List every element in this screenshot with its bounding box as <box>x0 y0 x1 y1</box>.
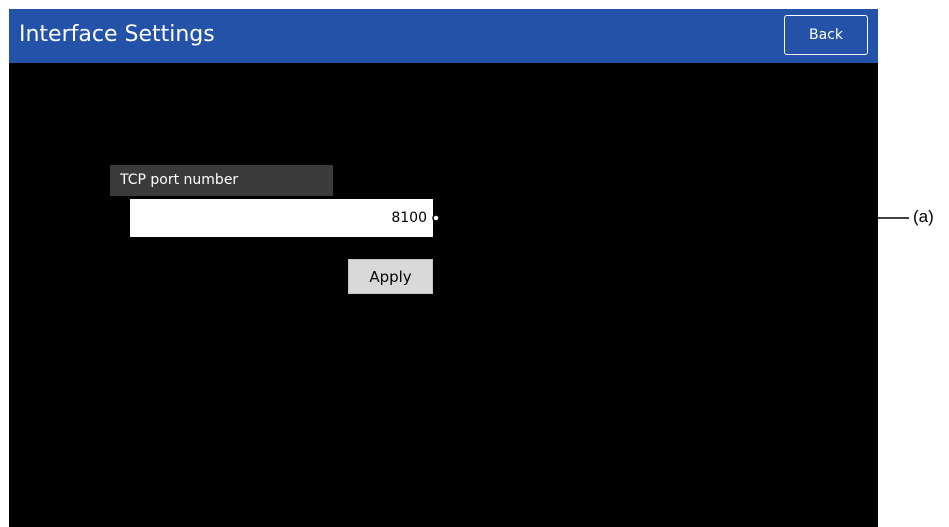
tcp-port-label: TCP port number <box>110 165 333 196</box>
title-bar: Interface Settings Back <box>9 9 878 63</box>
apply-button[interactable]: Apply <box>348 259 433 294</box>
page-title: Interface Settings <box>19 22 215 47</box>
back-button[interactable]: Back <box>784 15 868 55</box>
callout-label: (a) <box>913 207 934 226</box>
settings-screen: Interface Settings Back TCP port number … <box>9 9 878 527</box>
tcp-port-input[interactable] <box>130 199 433 237</box>
